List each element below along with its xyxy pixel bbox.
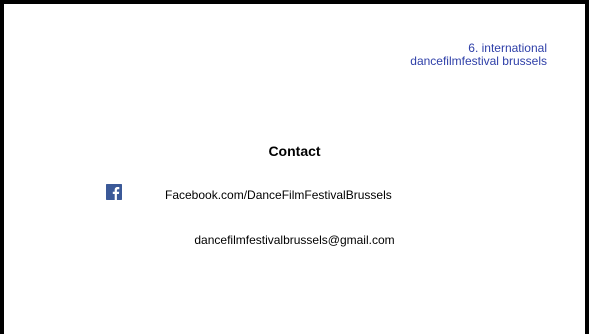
festival-title-line2: dancefilmfestival brussels bbox=[410, 54, 547, 68]
email-link[interactable]: dancefilmfestivalbrussels@gmail.com bbox=[0, 233, 589, 247]
facebook-link[interactable]: Facebook.com/DanceFilmFestivalBrussels bbox=[165, 188, 392, 202]
facebook-icon[interactable] bbox=[106, 184, 122, 200]
slide-frame: 6. international dancefilmfestival bruss… bbox=[0, 0, 589, 334]
contact-heading: Contact bbox=[268, 143, 321, 159]
festival-title: 6. international dancefilmfestival bruss… bbox=[410, 42, 547, 68]
